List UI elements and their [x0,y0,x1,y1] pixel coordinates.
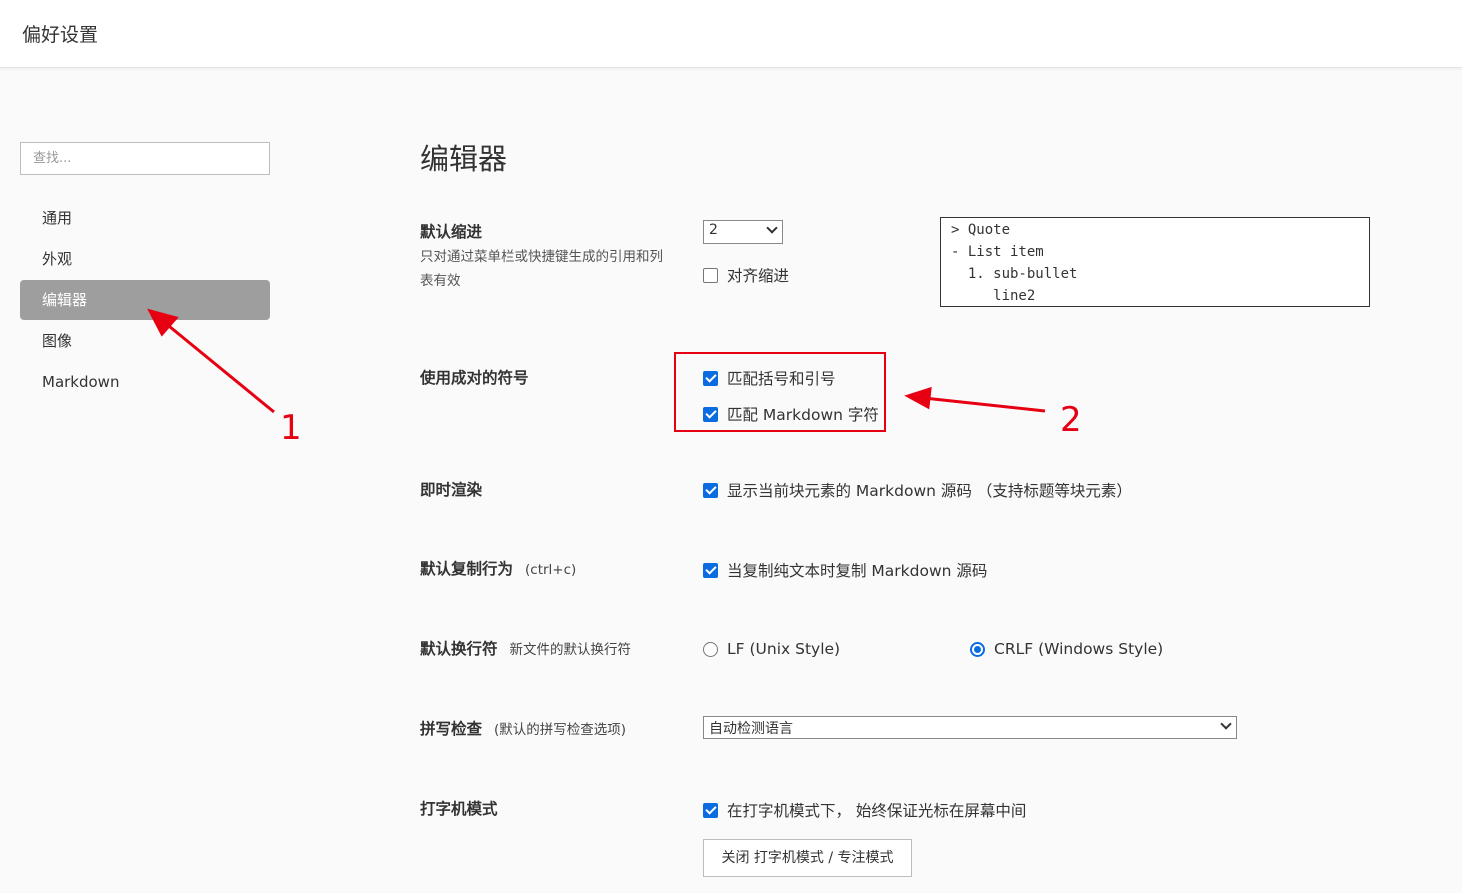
annotation-number-2: 2 [1060,400,1082,440]
annotation-number-1: 1 [280,408,302,448]
annotation-arrows [147,308,1046,414]
annotation-arrow-1 [163,320,275,414]
annotation-arrowhead-2 [904,386,932,410]
annotation-arrow-2 [923,396,1046,413]
